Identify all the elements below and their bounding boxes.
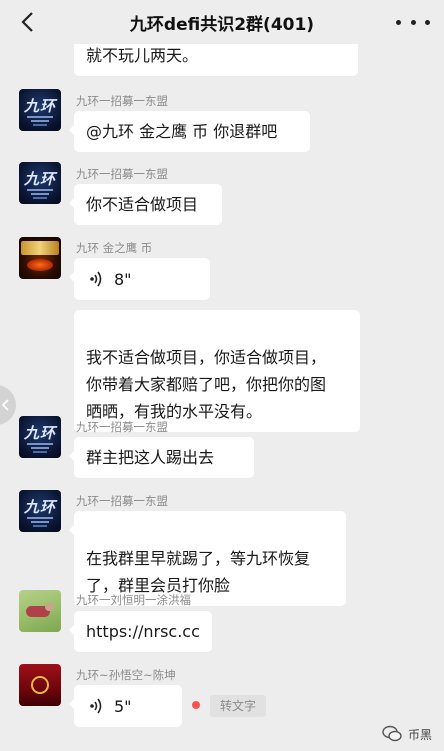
more-options-button[interactable] [396,10,430,34]
watermark-text: 币黑 [407,727,432,742]
voice-wave-icon [90,271,102,287]
message-text: 群主把这人踢出去 [86,448,215,467]
avatar[interactable]: 九环 [19,89,61,131]
chevron-left-icon [1,399,9,411]
sender-name: 九环一招募一东盟 [76,494,168,508]
avatar[interactable] [19,664,61,706]
message-link[interactable]: https://nrsc.cc [86,622,200,641]
sender-name: 九环一招募一东盟 [76,420,168,434]
avatar[interactable]: 九环 [19,416,61,458]
sender-name: 九环一招募一东盟 [76,94,168,108]
back-button[interactable] [14,8,40,36]
chat-title: 九环defi共识2群(401) [129,14,315,35]
message-text: 在我群里早就踢了，等九环恢复 了，群里会员打你脸 [86,549,311,595]
watermark: 币黑 [382,725,432,743]
message-bubble[interactable]: @九环 金之鹰 币 你退群吧 [69,111,310,152]
sender-name: 九环 金之鹰 币 [76,241,153,255]
message-bubble[interactable]: 群主把这人踢出去 [69,437,254,478]
side-pull-handle[interactable] [0,385,16,425]
link-message-bubble[interactable]: https://nrsc.cc [69,611,212,652]
message-bubble[interactable]: 我不适合做项目，你适合做项目， 你带着大家都赔了吧，你把你的图 晒晒，有我的水平… [74,310,360,432]
avatar[interactable] [19,590,61,632]
avatar[interactable]: 九环 [19,490,61,532]
more-dots-icon [396,19,401,25]
message-text: 就不玩儿两天。 [86,46,199,65]
voice-duration: 8" [114,269,132,289]
voice-message-bubble[interactable]: 8" [69,258,210,300]
avatar[interactable]: 九环 [19,162,61,204]
chat-header: 九环defi共识2群(401) [0,0,444,44]
avatar[interactable] [19,237,61,279]
chevron-left-icon [21,12,33,32]
voice-duration: 5" [114,696,132,716]
sender-name: 九环一刘恒明一涂洪福 [76,593,191,607]
wechat-official-account-icon [382,725,402,742]
voice-wave-icon [90,698,102,714]
message-text: 你不适合做项目 [86,195,199,214]
message-text: @九环 金之鹰 币 你退群吧 [86,122,278,141]
message-bubble[interactable]: 你不适合做项目 [69,184,222,225]
unread-dot [192,701,200,709]
message-text: 我不适合做项目，你适合做项目， 你带着大家都赔了吧，你把你的图 晒晒，有我的水平… [86,348,327,421]
sender-name: 九环~孙悟空~陈坤 [76,668,176,682]
convert-to-text-button[interactable]: 转文字 [210,695,267,717]
voice-message-bubble[interactable]: 5" [69,685,182,727]
sender-name: 九环一招募一东盟 [76,167,168,181]
